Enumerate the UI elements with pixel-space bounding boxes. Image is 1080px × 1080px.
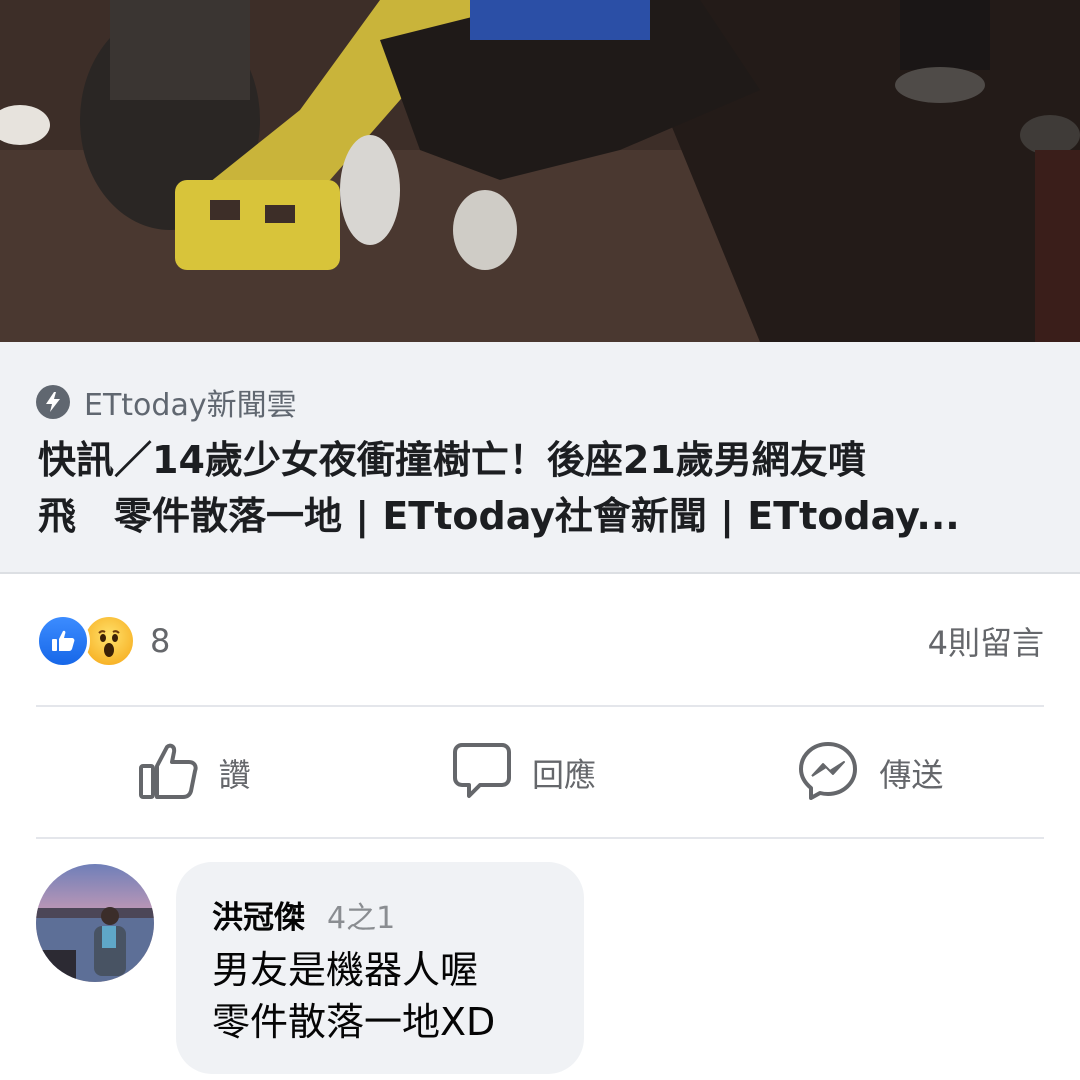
link-source: ETtoday新聞雲 [36, 382, 297, 423]
send-button[interactable]: 傳送 [797, 740, 943, 806]
like-label: 讚 [218, 756, 251, 794]
comment-bubble-icon [452, 741, 512, 805]
like-reaction-icon [36, 614, 90, 668]
messenger-icon [797, 740, 859, 806]
comment-count-link[interactable]: 4則留言 [928, 618, 1044, 664]
post-photo[interactable] [0, 0, 1080, 342]
avatar[interactable] [36, 864, 154, 982]
thumbs-up-icon [137, 741, 199, 805]
bolt-icon [36, 385, 70, 419]
comment-text: 男友是機器人喔 零件散落一地XD [212, 948, 496, 1044]
comment-bubble[interactable]: 洪冠傑 4之1 男友是機器人喔 零件散落一地XD [176, 862, 584, 1074]
wow-reaction-icon [82, 614, 136, 668]
send-label: 傳送 [879, 756, 944, 794]
facebook-post: ETtoday新聞雲 快訊／14歲少女夜衝撞樹亡！後座21歲男網友噴 飛 零件散… [0, 0, 1080, 1080]
comment-header: 洪冠傑 4之1 [212, 892, 395, 937]
link-headline[interactable]: 快訊／14歲少女夜衝撞樹亡！後座21歲男網友噴 飛 零件散落一地 | ETtod… [38, 432, 1048, 544]
comment-button[interactable]: 回應 [452, 741, 596, 805]
reaction-count: 8 [150, 622, 171, 660]
link-preview[interactable]: ETtoday新聞雲 快訊／14歲少女夜衝撞樹亡！後座21歲男網友噴 飛 零件散… [0, 342, 1080, 574]
comment-label: 回應 [531, 756, 596, 794]
link-source-name: ETtoday新聞雲 [84, 388, 297, 423]
divider [36, 837, 1044, 839]
action-bar: 讚 回應 傳送 [36, 708, 1044, 838]
comment-author[interactable]: 洪冠傑 [212, 892, 305, 937]
like-button[interactable]: 讚 [137, 741, 251, 805]
divider [36, 705, 1044, 707]
comment-page-indicator: 4之1 [327, 901, 396, 936]
reactions-summary[interactable]: 8 4則留言 [36, 614, 1044, 668]
